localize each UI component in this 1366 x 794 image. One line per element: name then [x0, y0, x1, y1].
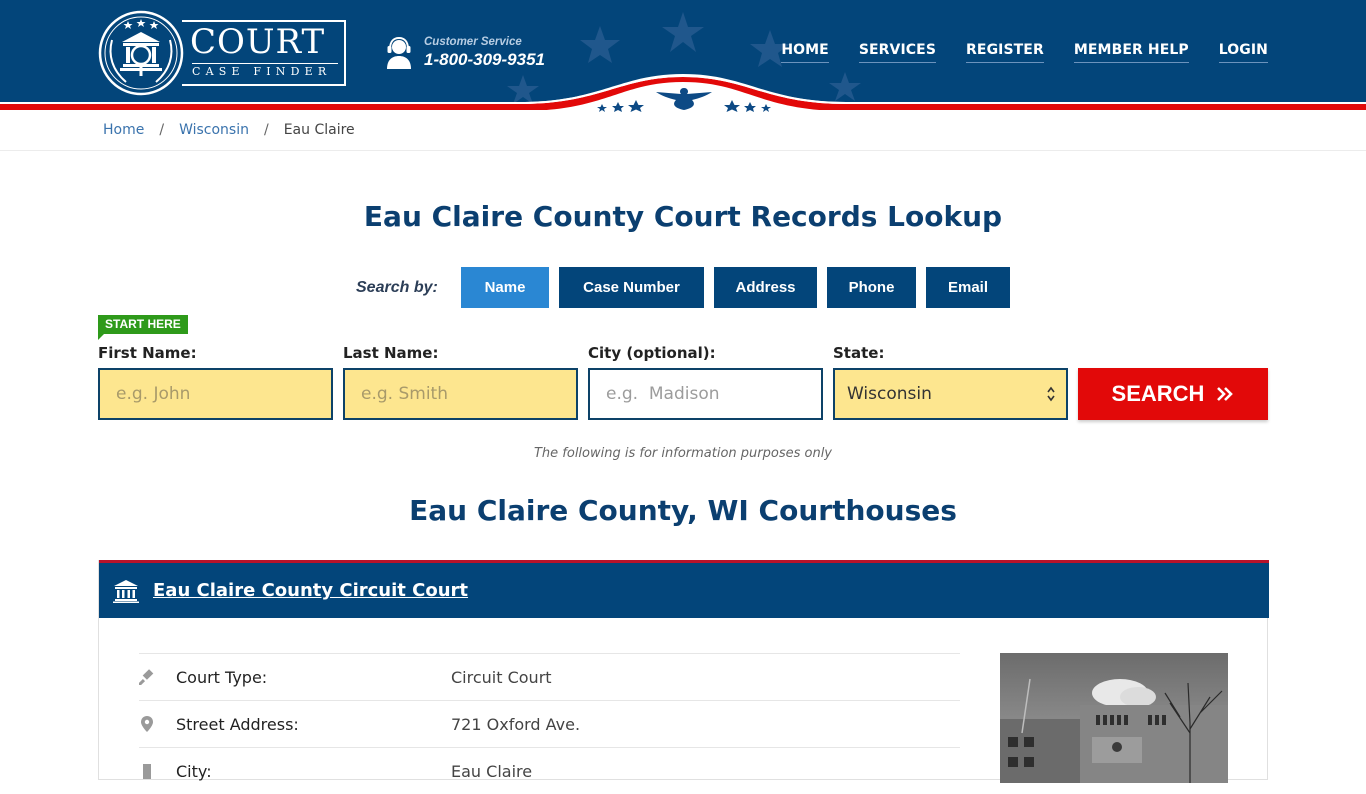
tab-case-number[interactable]: Case Number: [559, 267, 704, 308]
detail-row-city: City: Eau Claire: [139, 747, 960, 794]
info-disclaimer: The following is for information purpose…: [533, 446, 833, 461]
courthouse-name-link[interactable]: Eau Claire County Circuit Court: [153, 580, 468, 601]
eagle-emblem-icon: [597, 88, 771, 112]
search-type-tabs: Name Case Number Address Phone Email: [461, 267, 1010, 308]
breadcrumb-separator: /: [159, 122, 165, 138]
last-name-input[interactable]: [343, 368, 578, 420]
courthouse-card: Eau Claire County Circuit Court Court Ty…: [98, 560, 1269, 783]
last-name-label: Last Name:: [343, 344, 439, 362]
breadcrumb-current: Eau Claire: [283, 122, 355, 138]
city-building-icon: [143, 764, 151, 779]
site-logo[interactable]: COURT CASE FINDER: [98, 10, 348, 96]
headset-agent-icon: [387, 36, 411, 69]
courthouse-details: Court Type: Circuit Court Street Address…: [139, 653, 960, 794]
search-by-label: Search by:: [356, 278, 438, 296]
detail-row-court-type: Court Type: Circuit Court: [139, 653, 960, 700]
search-by-bar: Search by: Name Case Number Address Phon…: [356, 267, 1010, 308]
select-updown-icon: [1047, 386, 1055, 402]
map-pin-icon: [141, 716, 153, 732]
tab-email[interactable]: Email: [926, 267, 1010, 308]
search-button-label: SEARCH: [1111, 381, 1205, 406]
first-name-input[interactable]: [98, 368, 333, 420]
breadcrumb-separator: /: [263, 122, 269, 138]
state-select[interactable]: Wisconsin: [833, 368, 1068, 420]
detail-label: Court Type:: [176, 667, 268, 687]
nav-home[interactable]: HOME: [781, 42, 829, 63]
search-button[interactable]: SEARCH: [1078, 368, 1268, 420]
city-label: City (optional):: [588, 344, 716, 362]
nav-register[interactable]: REGISTER: [966, 42, 1044, 63]
section-title: Eau Claire County, WI Courthouses: [409, 494, 957, 527]
first-name-label: First Name:: [98, 344, 197, 362]
detail-label: Street Address:: [176, 714, 299, 734]
breadcrumb-divider: [0, 150, 1366, 151]
page-title: Eau Claire County Court Records Lookup: [363, 200, 1003, 233]
detail-label: City:: [176, 761, 212, 781]
tab-address[interactable]: Address: [714, 267, 817, 308]
detail-value: Eau Claire: [451, 761, 533, 781]
detail-value: Circuit Court: [451, 667, 552, 687]
tab-name[interactable]: Name: [461, 267, 549, 308]
courthouse-photo-illustration: [1000, 653, 1228, 783]
tab-phone[interactable]: Phone: [827, 267, 916, 308]
main-nav: HOME SERVICES REGISTER MEMBER HELP LOGIN: [781, 42, 1268, 63]
customer-service-label: Customer Service: [424, 36, 522, 48]
nav-services[interactable]: SERVICES: [858, 42, 937, 63]
courthouse-magnifier-laurel-icon: [98, 10, 184, 96]
nav-member-help[interactable]: MEMBER HELP: [1073, 42, 1189, 63]
detail-row-street-address: Street Address: 721 Oxford Ave.: [139, 700, 960, 747]
courthouse-card-header: Eau Claire County Circuit Court: [99, 560, 1269, 618]
logo-subtitle: CASE FINDER: [192, 65, 332, 78]
start-here-badge: START HERE: [98, 315, 188, 340]
detail-value: 721 Oxford Ave.: [451, 714, 581, 734]
courthouse-icon: [113, 579, 139, 603]
customer-service-phone[interactable]: 1-800-309-9351: [424, 50, 545, 70]
city-input[interactable]: [588, 368, 823, 420]
logo-title: COURT: [190, 22, 326, 62]
breadcrumb: Home / Wisconsin / Eau Claire: [103, 122, 355, 138]
breadcrumb-home[interactable]: Home: [103, 122, 144, 138]
gavel-icon: [139, 669, 154, 685]
double-chevron-right-icon: [1217, 387, 1234, 401]
breadcrumb-wisconsin[interactable]: Wisconsin: [179, 122, 249, 138]
logo-divider: [192, 63, 338, 64]
site-header: COURT CASE FINDER Customer Service 1-800…: [0, 0, 1366, 112]
state-label: State:: [833, 344, 885, 362]
nav-login[interactable]: LOGIN: [1218, 42, 1268, 63]
state-select-value: Wisconsin: [847, 384, 932, 404]
courthouse-photo: [1000, 653, 1228, 783]
